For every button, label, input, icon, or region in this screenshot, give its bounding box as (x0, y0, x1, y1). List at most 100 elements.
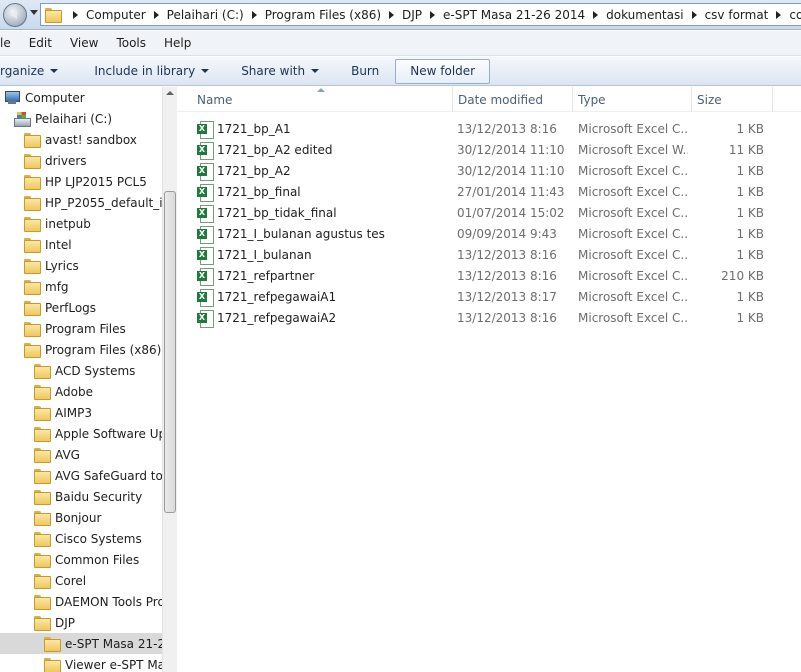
file-type: Microsoft Excel C... (578, 247, 688, 262)
tree-item[interactable]: Adobe (0, 381, 162, 402)
tree-item-label: Program Files (45, 321, 126, 336)
scroll-up-icon[interactable] (166, 91, 174, 95)
file-type: Microsoft Excel C... (578, 163, 688, 178)
file-name: 1721_refpegawaiA2 (217, 310, 337, 325)
tree-item[interactable]: PerfLogs (0, 297, 162, 318)
breadcrumb-dokumentasi[interactable]: dokumentasi (606, 8, 683, 22)
file-date-modified: 13/12/2013 8:16 (457, 310, 557, 325)
folder-icon (24, 321, 41, 337)
menu-edit[interactable]: Edit (20, 36, 61, 50)
file-size: 1 KB (736, 205, 764, 220)
address-field[interactable]: Computer Pelaihari (C:) Program Files (x… (40, 3, 801, 26)
tree-item[interactable]: Bonjour (0, 507, 162, 528)
tree-item-label: Baidu Security (55, 489, 143, 504)
burn-button[interactable]: Burn (337, 59, 393, 84)
chevron-right-icon[interactable] (389, 10, 395, 19)
tree-item-label: Viewer e-SPT Masa (65, 657, 162, 672)
tree-item[interactable]: DAEMON Tools Pro (0, 591, 162, 612)
include-in-library-button[interactable]: Include in library (80, 59, 223, 84)
file-row[interactable]: 1721_bp_A2 edited 30/12/2014 11:10 Microso… (197, 139, 767, 160)
tree-item[interactable]: Program Files (0, 318, 162, 339)
tree-item[interactable]: Pelaihari (C:) (0, 108, 162, 129)
tree-item[interactable]: AVG SafeGuard toolb (0, 465, 162, 486)
folder-icon (34, 615, 51, 631)
excel-file-icon (197, 183, 214, 202)
recent-pages-dropdown-icon[interactable] (30, 10, 38, 15)
tree-item[interactable]: HP LJP2015 PCL5 (0, 171, 162, 192)
chevron-right-icon[interactable] (153, 10, 159, 19)
file-name: 1721_refpartner (217, 268, 315, 283)
tree-item[interactable]: drivers (0, 150, 162, 171)
folder-icon (34, 405, 51, 421)
file-type: Microsoft Excel C... (578, 121, 688, 136)
tree-item-label: avast! sandbox (45, 132, 137, 147)
chevron-down-icon (311, 69, 320, 73)
file-row[interactable]: 1721_bp_A1 13/12/2013 8:16 Microsoft Excel… (197, 118, 767, 139)
tree-item[interactable]: Program Files (x86) (0, 339, 162, 360)
chevron-right-icon[interactable] (691, 10, 697, 19)
chevron-right-icon[interactable] (776, 10, 782, 19)
tree-item[interactable]: Lyrics (0, 255, 162, 276)
column-header-type[interactable]: Type (572, 87, 692, 112)
breadcrumb-computer[interactable]: Computer (86, 8, 146, 22)
tree-item[interactable]: Cisco Systems (0, 528, 162, 549)
chevron-right-icon[interactable] (73, 10, 78, 19)
breadcrumb-program-files-x86[interactable]: Program Files (x86) (265, 8, 381, 22)
file-row[interactable]: 1721_I_bulanan agustus tes 09/09/2014 9:4… (197, 223, 767, 244)
chevron-right-icon[interactable] (251, 10, 257, 19)
tree-item-label: DAEMON Tools Pro (55, 594, 162, 609)
file-row[interactable]: 1721_I_bulanan 13/12/2013 8:16 Microsoft E… (197, 244, 767, 265)
menu-help[interactable]: Help (155, 36, 200, 50)
file-row[interactable]: 1721_bp_A2 30/12/2014 11:10 Microsoft Exce… (197, 160, 767, 181)
breadcrumb-csv-format[interactable]: csv format (705, 8, 769, 22)
tree-item[interactable]: inetpub (0, 213, 162, 234)
tree-item[interactable]: Intel (0, 234, 162, 255)
navigation-scrollbar[interactable] (162, 87, 177, 672)
chevron-right-icon[interactable] (593, 10, 599, 19)
menu-file[interactable]: le (0, 36, 20, 50)
file-row[interactable]: 1721_refpegawaiA2 13/12/2013 8:16 Microsof… (197, 307, 767, 328)
file-date-modified: 13/12/2013 8:17 (457, 289, 557, 304)
file-row[interactable]: 1721_refpegawaiA1 13/12/2013 8:17 Microsof… (197, 286, 767, 307)
breadcrumb-drive[interactable]: Pelaihari (C:) (167, 8, 244, 22)
breadcrumb-espt[interactable]: e-SPT Masa 21-26 2014 (443, 8, 585, 22)
breadcrumb-contoh-csv[interactable]: contoh csv (789, 8, 801, 22)
file-row[interactable]: 1721_refpartner 13/12/2013 8:16 Microsoft … (197, 265, 767, 286)
file-type: Microsoft Excel C... (578, 268, 688, 283)
tree-item[interactable]: AVG (0, 444, 162, 465)
file-row[interactable]: 1721_bp_tidak_final 01/07/2014 15:02 Micro… (197, 202, 767, 223)
menu-tools[interactable]: Tools (107, 36, 155, 50)
column-header-size[interactable]: Size (691, 87, 773, 112)
scrollbar-thumb[interactable] (164, 191, 176, 513)
tree-item[interactable]: Computer (0, 87, 162, 108)
tree-item[interactable]: Viewer e-SPT Masa (0, 654, 162, 672)
tree-item[interactable]: avast! sandbox (0, 129, 162, 150)
column-header-date-modified[interactable]: Date modified (452, 87, 573, 112)
tree-item[interactable]: e-SPT Masa 21-26 (0, 633, 162, 654)
share-with-button[interactable]: Share with (227, 59, 333, 84)
breadcrumb-djp[interactable]: DJP (402, 8, 422, 22)
tree-item[interactable]: Baidu Security (0, 486, 162, 507)
excel-file-icon (197, 225, 214, 244)
chevron-right-icon[interactable] (430, 10, 436, 19)
file-row[interactable]: 1721_bp_final 27/01/2014 11:43 Microsoft E… (197, 181, 767, 202)
tree-item[interactable]: mfg (0, 276, 162, 297)
excel-file-icon (197, 162, 214, 181)
menu-view[interactable]: View (61, 36, 107, 50)
folder-icon (34, 468, 51, 484)
tree-item[interactable]: HP_P2055_default_inst (0, 192, 162, 213)
tree-item[interactable]: Apple Software Upda (0, 423, 162, 444)
new-folder-button[interactable]: New folder (395, 58, 491, 84)
file-size: 210 KB (721, 268, 764, 283)
organize-button[interactable]: rganize (0, 59, 72, 84)
tree-item[interactable]: DJP (0, 612, 162, 633)
tree-item[interactable]: Corel (0, 570, 162, 591)
include-in-library-label: Include in library (94, 64, 196, 78)
tree-item-label: PerfLogs (45, 300, 97, 315)
column-header-name[interactable]: Name (191, 87, 453, 112)
back-button[interactable] (3, 3, 27, 27)
tree-item[interactable]: ACD Systems (0, 360, 162, 381)
tree-item-label: Lyrics (45, 258, 79, 273)
tree-item[interactable]: Common Files (0, 549, 162, 570)
tree-item[interactable]: AIMP3 (0, 402, 162, 423)
